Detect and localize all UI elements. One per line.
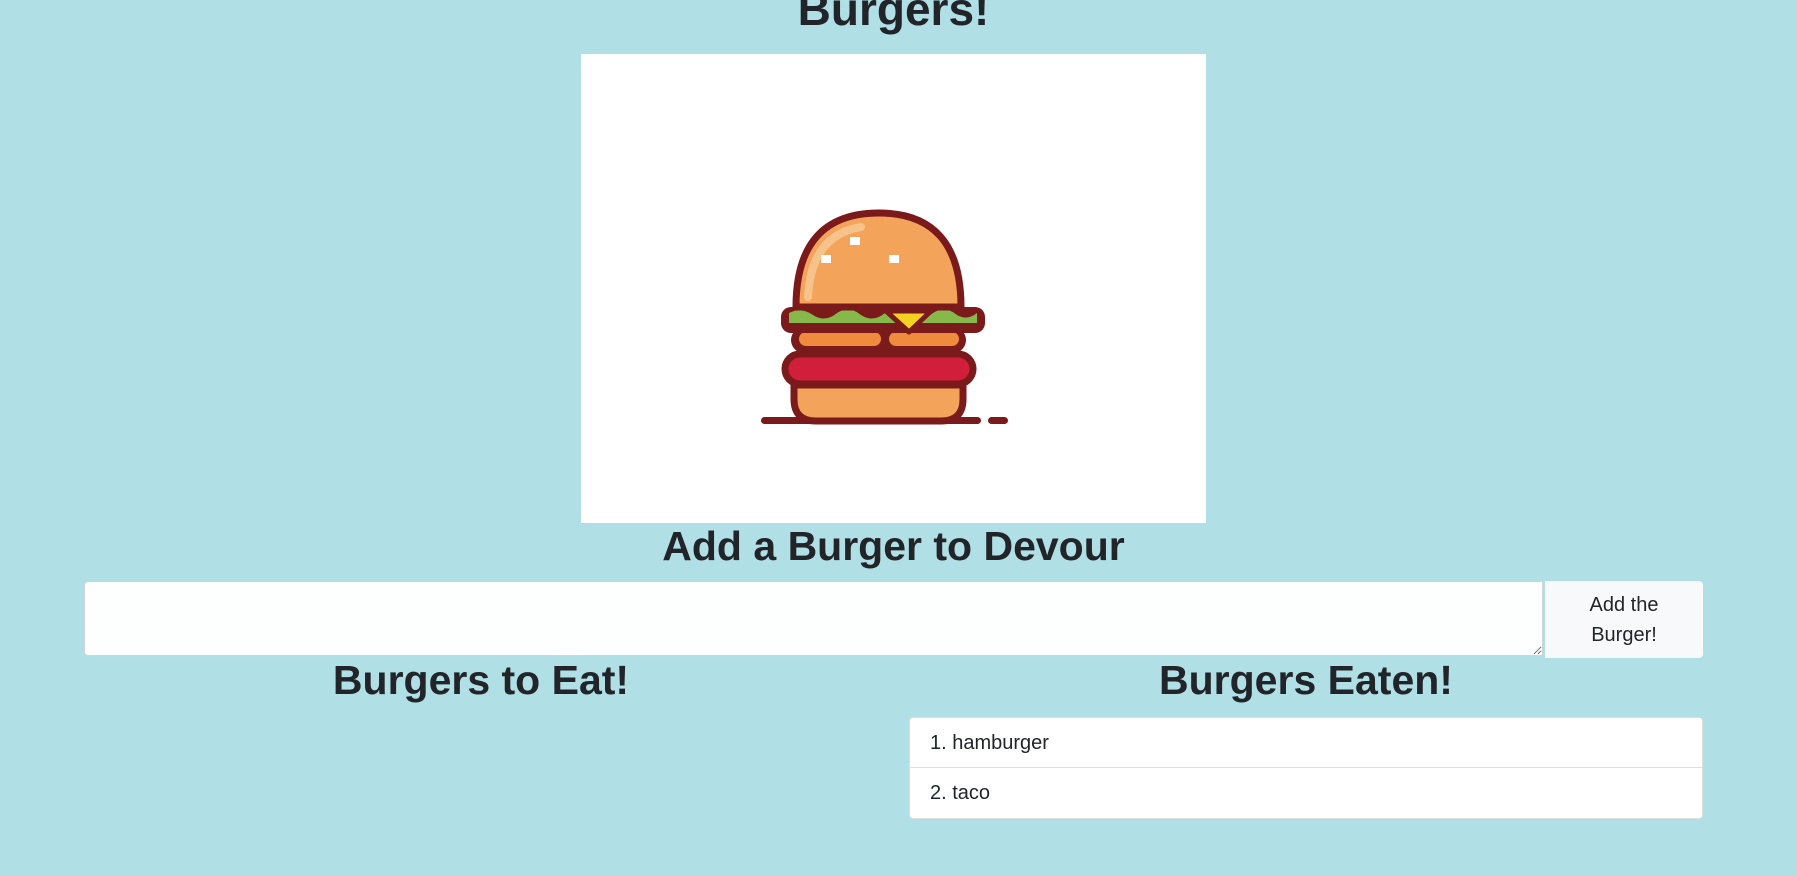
- burger-name-input[interactable]: [84, 581, 1543, 656]
- eaten-burger-item: 1. hamburger: [910, 718, 1702, 768]
- eaten-burger-item: 2. taco: [930, 782, 991, 804]
- hero-image: [581, 54, 1206, 523]
- page-title: Burgers!: [797, 0, 990, 35]
- burgers-eaten-heading: Burgers Eaten!: [1159, 657, 1453, 703]
- burgers-eaten-list: 1. hamburger 2. taco: [909, 717, 1703, 819]
- add-burger-heading: Add a Burger to Devour: [662, 523, 1125, 569]
- burgers-to-eat-heading: Burgers to Eat!: [332, 657, 630, 703]
- hamburger-icon: [761, 209, 1008, 425]
- add-burger-button[interactable]: Add the Burger!: [1545, 581, 1703, 658]
- add-burger-form: Add the Burger!: [84, 581, 1703, 658]
